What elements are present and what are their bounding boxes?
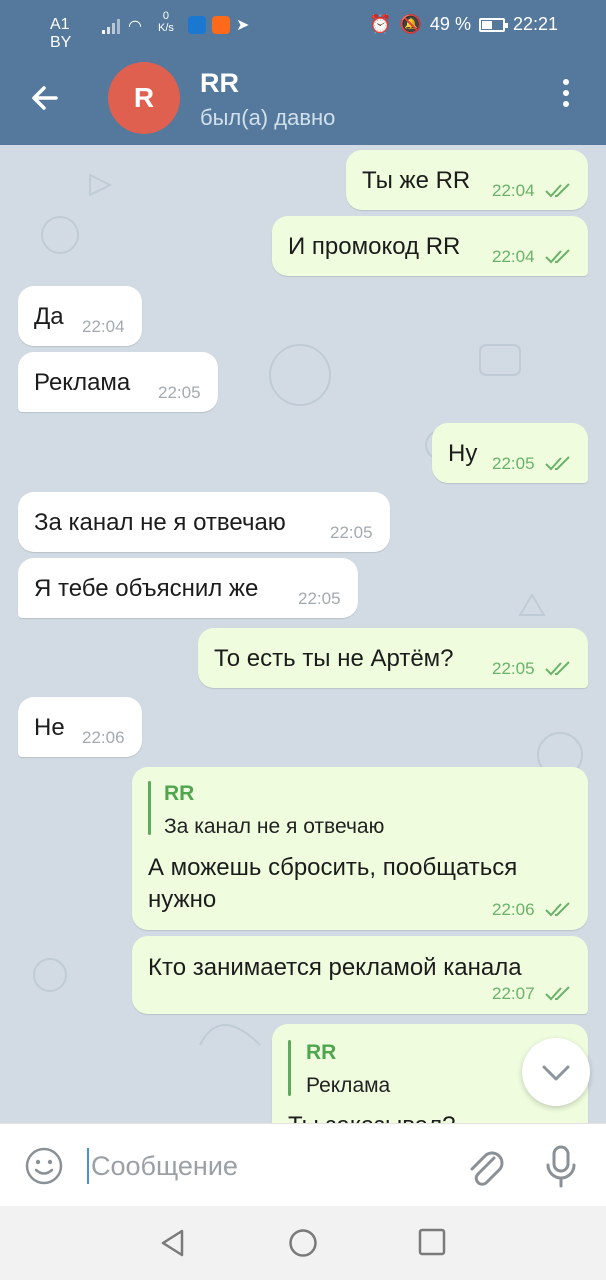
message-time: 22:05 bbox=[298, 589, 341, 608]
nav-recents-icon[interactable] bbox=[418, 1228, 446, 1256]
message-time: 22:05 bbox=[492, 659, 535, 678]
last-seen-status: был(а) давно bbox=[200, 105, 336, 130]
outgoing-message[interactable]: Ну 22:05 bbox=[432, 423, 588, 483]
outgoing-message[interactable]: То есть ты не Артём? 22:05 bbox=[198, 628, 588, 688]
carrier-label: A1 BY bbox=[50, 16, 72, 51]
nav-back-icon[interactable] bbox=[158, 1228, 188, 1258]
incoming-message[interactable]: За канал не я отвечаю 22:05 bbox=[18, 492, 390, 552]
message-text: Не bbox=[34, 714, 65, 741]
message-time: 22:04 bbox=[492, 247, 535, 266]
message-list[interactable]: Ты же RR 22:04 И промокод RR 22:04 Да 22… bbox=[0, 145, 606, 1123]
status-bar: A1 BY ◠ 0 K/s ➤ ⏰ 🔕 49 % 22:21 bbox=[0, 0, 606, 51]
outgoing-message[interactable]: И промокод RR 22:04 bbox=[272, 216, 588, 276]
double-check-icon bbox=[545, 183, 570, 198]
clock: 22:21 bbox=[512, 14, 558, 34]
more-vertical-icon[interactable] bbox=[548, 74, 584, 118]
chat-header: R RR был(а) давно bbox=[0, 50, 606, 145]
message-time: 22:06 bbox=[82, 728, 125, 747]
paperclip-icon[interactable] bbox=[464, 1144, 506, 1188]
signal-icon bbox=[102, 19, 120, 34]
scroll-to-bottom-button[interactable] bbox=[522, 1038, 590, 1106]
incoming-message[interactable]: Я тебе объяснил же 22:05 bbox=[18, 558, 358, 618]
message-time: 22:06 bbox=[492, 900, 535, 919]
message-time: 22:07 bbox=[492, 984, 535, 1003]
message-composer bbox=[0, 1123, 606, 1206]
message-text: Ты же RR bbox=[362, 167, 471, 194]
outgoing-message[interactable]: Кто занимается рекламой канала 22:07 bbox=[132, 936, 588, 1014]
outgoing-reply-message[interactable]: RR За канал не я отвечаю А можешь сброси… bbox=[132, 767, 588, 930]
app-notification-icon bbox=[212, 16, 230, 34]
arrow-left-icon[interactable] bbox=[26, 78, 66, 118]
message-text: За канал не я отвечаю bbox=[34, 509, 286, 536]
microphone-icon[interactable] bbox=[544, 1144, 578, 1188]
message-text: То есть ты не Артём? bbox=[214, 645, 454, 672]
chat-title[interactable]: RR bbox=[200, 68, 239, 99]
alarm-icon: ⏰ bbox=[369, 14, 392, 34]
telegram-icon: ➤ bbox=[236, 17, 250, 34]
incoming-message[interactable]: Реклама 22:05 bbox=[18, 352, 218, 412]
reply-author: RR bbox=[164, 782, 195, 805]
incoming-message[interactable]: Не 22:06 bbox=[18, 697, 142, 757]
battery-percent: 49 % bbox=[429, 14, 471, 34]
message-text-line: А можешь сбросить, пообщаться bbox=[148, 854, 518, 881]
message-text: Ты заказывал? bbox=[288, 1112, 455, 1123]
avatar[interactable]: R bbox=[108, 62, 180, 134]
status-right: ⏰ 🔕 49 % 22:21 bbox=[361, 14, 558, 35]
message-time: 22:04 bbox=[492, 181, 535, 200]
message-text: Я тебе объяснил же bbox=[34, 575, 259, 602]
message-text: И промокод RR bbox=[288, 233, 461, 260]
message-time: 22:05 bbox=[492, 454, 535, 473]
outgoing-message[interactable]: Ты же RR 22:04 bbox=[346, 150, 588, 210]
double-check-icon bbox=[545, 661, 570, 676]
system-navigation-bar bbox=[0, 1206, 606, 1280]
chevron-down-icon bbox=[542, 1065, 570, 1081]
double-check-icon bbox=[545, 456, 570, 471]
reply-accent-bar bbox=[148, 781, 151, 835]
reply-accent-bar bbox=[288, 1040, 291, 1096]
message-text: Реклама bbox=[34, 369, 131, 396]
speed-unit: K/s bbox=[158, 22, 174, 34]
double-check-icon bbox=[545, 986, 570, 1001]
message-time: 22:05 bbox=[158, 383, 201, 402]
message-text: Да bbox=[34, 303, 64, 330]
mute-bell-icon: 🔕 bbox=[399, 14, 422, 34]
text-cursor bbox=[87, 1148, 89, 1184]
message-text: Ну bbox=[448, 440, 478, 467]
shield-app-icon bbox=[188, 16, 206, 34]
wifi-icon: ◠ bbox=[128, 18, 142, 35]
network-speed: 0 K/s bbox=[158, 10, 174, 34]
message-time: 22:05 bbox=[330, 523, 373, 542]
smile-icon[interactable] bbox=[24, 1146, 64, 1186]
nav-home-icon[interactable] bbox=[288, 1228, 318, 1258]
reply-quote: Реклама bbox=[306, 1074, 391, 1097]
incoming-message[interactable]: Да 22:04 bbox=[18, 286, 142, 346]
reply-quote: За канал не я отвечаю bbox=[164, 815, 385, 838]
reply-author: RR bbox=[306, 1041, 337, 1064]
battery-icon bbox=[478, 17, 508, 32]
double-check-icon bbox=[545, 902, 570, 917]
speed-value: 0 bbox=[162, 10, 170, 22]
double-check-icon bbox=[545, 249, 570, 264]
battery-level bbox=[481, 20, 492, 29]
message-time: 22:04 bbox=[82, 317, 125, 336]
message-input[interactable] bbox=[91, 1146, 431, 1186]
message-text-line: нужно bbox=[148, 886, 217, 913]
message-text: Кто занимается рекламой канала bbox=[148, 954, 522, 981]
